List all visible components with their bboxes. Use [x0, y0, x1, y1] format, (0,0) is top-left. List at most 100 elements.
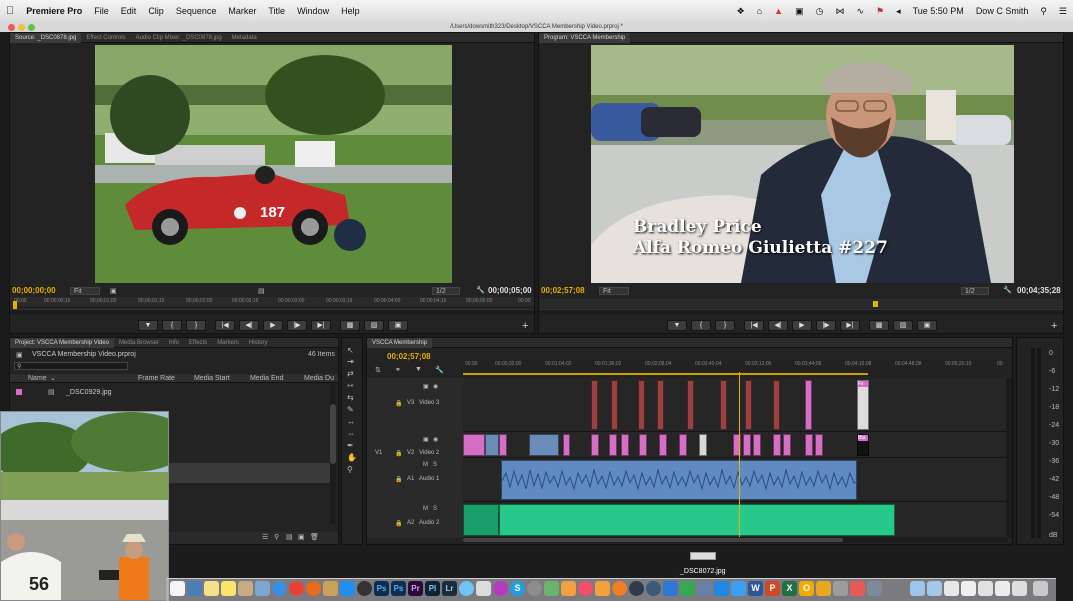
ibooks-icon[interactable]	[612, 581, 627, 596]
program-add-marker-button[interactable]: ▼	[667, 320, 687, 331]
sketch-icon[interactable]	[850, 581, 865, 596]
mail-icon[interactable]	[476, 581, 491, 596]
tab-source[interactable]: Source: _DSC0878.jpg	[10, 32, 82, 43]
numbers-icon[interactable]	[680, 581, 695, 596]
program-go-to-out-button[interactable]: ▶|	[840, 320, 860, 331]
powerpoint-icon[interactable]: P	[765, 581, 780, 596]
find-icon[interactable]: ⚲	[274, 533, 279, 541]
program-mark-in-button[interactable]: {	[691, 320, 711, 331]
menu-window[interactable]: Window	[291, 6, 335, 16]
insert-button[interactable]: ▩	[340, 320, 360, 331]
zoom-tool-icon[interactable]: ⚲	[347, 465, 353, 474]
tab-history[interactable]: History	[244, 340, 273, 346]
flash-icon[interactable]	[714, 581, 729, 596]
keynote-icon[interactable]	[663, 581, 678, 596]
source-add-button-icon[interactable]: +	[522, 320, 528, 332]
list-view-icon[interactable]: ☰	[262, 533, 268, 541]
time-machine-icon[interactable]: ◷	[810, 6, 830, 17]
a1-audio-clip[interactable]	[501, 460, 858, 500]
column-media-end[interactable]: Media End	[250, 375, 283, 382]
v2-sync-icon[interactable]: ▣	[423, 436, 429, 443]
v3-clip[interactable]	[745, 380, 752, 430]
project-scrollbar[interactable]	[330, 384, 336, 524]
v2-clip[interactable]	[699, 434, 707, 456]
messages-icon[interactable]	[459, 581, 474, 596]
v2-clip[interactable]	[743, 434, 751, 456]
v2-clip[interactable]	[609, 434, 617, 456]
music-icon[interactable]	[578, 581, 593, 596]
a2-solo-icon[interactable]: S	[433, 506, 437, 512]
document-stack-icon[interactable]	[978, 581, 993, 596]
program-timecode[interactable]: 00;02;57;08	[541, 286, 585, 295]
slide-tool-icon[interactable]: ⇔	[347, 429, 355, 438]
tab-info[interactable]: Info	[164, 340, 184, 346]
timeline-vertical-scrollbar[interactable]	[1006, 378, 1012, 538]
v2-clip[interactable]	[485, 434, 499, 456]
maps-icon[interactable]	[544, 581, 559, 596]
bluetooth-icon[interactable]: ⋈	[829, 6, 850, 17]
app-store-icon[interactable]	[340, 581, 355, 596]
source-settings-icon[interactable]: ▤	[258, 287, 265, 295]
v3-clip[interactable]	[611, 380, 618, 430]
timeline-playhead[interactable]	[739, 372, 740, 538]
source-time-ruler[interactable]: 00;00 00;00;00;15 00;00;01;00 00;00;01;1…	[10, 297, 534, 306]
source-zoom-bar[interactable]	[10, 309, 534, 315]
downloads-icon[interactable]	[910, 581, 925, 596]
v2-track-lock-icon[interactable]: 🔒	[395, 450, 402, 457]
photoshop-alt-icon[interactable]: Ps	[391, 581, 406, 596]
a2-track-label[interactable]: A2	[407, 520, 414, 526]
v3-track-lock-icon[interactable]: 🔒	[395, 400, 402, 407]
razor-tool-icon[interactable]: ✎	[347, 405, 354, 414]
work-area-bar[interactable]	[463, 373, 868, 375]
source-export-frame-icon[interactable]: ▣	[110, 287, 117, 295]
menu-edit[interactable]: Edit	[115, 6, 143, 16]
new-item-icon[interactable]: ▣	[298, 533, 305, 541]
menu-file[interactable]: File	[88, 6, 115, 16]
dropbox-icon[interactable]: ❖	[731, 6, 751, 17]
v3-track-label[interactable]: V3	[407, 400, 414, 406]
program-step-forward-button[interactable]: |▶	[816, 320, 836, 331]
user-name[interactable]: Dow C Smith	[970, 6, 1035, 16]
itunes-icon[interactable]	[493, 581, 508, 596]
v3-eye-icon[interactable]: ◉	[433, 383, 438, 390]
program-wrench-icon[interactable]: 🔧	[1003, 286, 1012, 294]
lightroom-icon[interactable]: Lr	[442, 581, 457, 596]
program-step-back-button[interactable]: ◀|	[768, 320, 788, 331]
program-go-to-in-button[interactable]: |◀	[744, 320, 764, 331]
label-color-swatch[interactable]	[16, 389, 22, 395]
v2-clip[interactable]	[621, 434, 629, 456]
v3-clip[interactable]	[687, 380, 694, 430]
stickies-icon[interactable]	[221, 581, 236, 596]
v2-clip[interactable]	[463, 434, 485, 456]
step-forward-button[interactable]: |▶	[287, 320, 307, 331]
program-playhead-icon[interactable]	[873, 301, 878, 307]
menu-title[interactable]: Title	[262, 6, 291, 16]
v2-clip[interactable]	[753, 434, 761, 456]
timeline-playhead-timecode[interactable]: 00;02;57;08	[387, 352, 431, 361]
document-stack-icon[interactable]	[1012, 581, 1027, 596]
v3-track[interactable]	[463, 378, 1008, 432]
a1-mute-icon[interactable]: M	[423, 462, 428, 468]
tab-effect-controls[interactable]: Effect Controls	[81, 35, 130, 41]
lift-button[interactable]: ▩	[869, 320, 889, 331]
chrome-icon[interactable]	[289, 581, 304, 596]
source-fit-select[interactable]: Fit	[70, 287, 100, 295]
v2-clip[interactable]	[639, 434, 647, 456]
volume-icon[interactable]: ◂	[890, 6, 907, 17]
clock[interactable]: Tue 5:50 PM	[907, 6, 970, 16]
v2-clip-black[interactable]: Bla	[857, 434, 869, 456]
apple-icon[interactable]: 	[0, 5, 20, 17]
new-bin-icon[interactable]: ▤	[286, 533, 293, 541]
minimize-window-button[interactable]	[18, 24, 25, 31]
firefox-icon[interactable]	[306, 581, 321, 596]
column-media-start[interactable]: Media Start	[194, 375, 230, 382]
go-to-in-button[interactable]: |◀	[215, 320, 235, 331]
v2-clip[interactable]	[773, 434, 781, 456]
program-time-ruler[interactable]	[539, 299, 1063, 308]
hand-tool-icon[interactable]: ✋	[347, 453, 357, 462]
utility-icon[interactable]	[867, 581, 882, 596]
lync-icon[interactable]	[816, 581, 831, 596]
a1-solo-icon[interactable]: S	[433, 462, 437, 468]
source-resolution-select[interactable]: 1/2	[432, 287, 460, 295]
document-stack-icon[interactable]	[995, 581, 1010, 596]
